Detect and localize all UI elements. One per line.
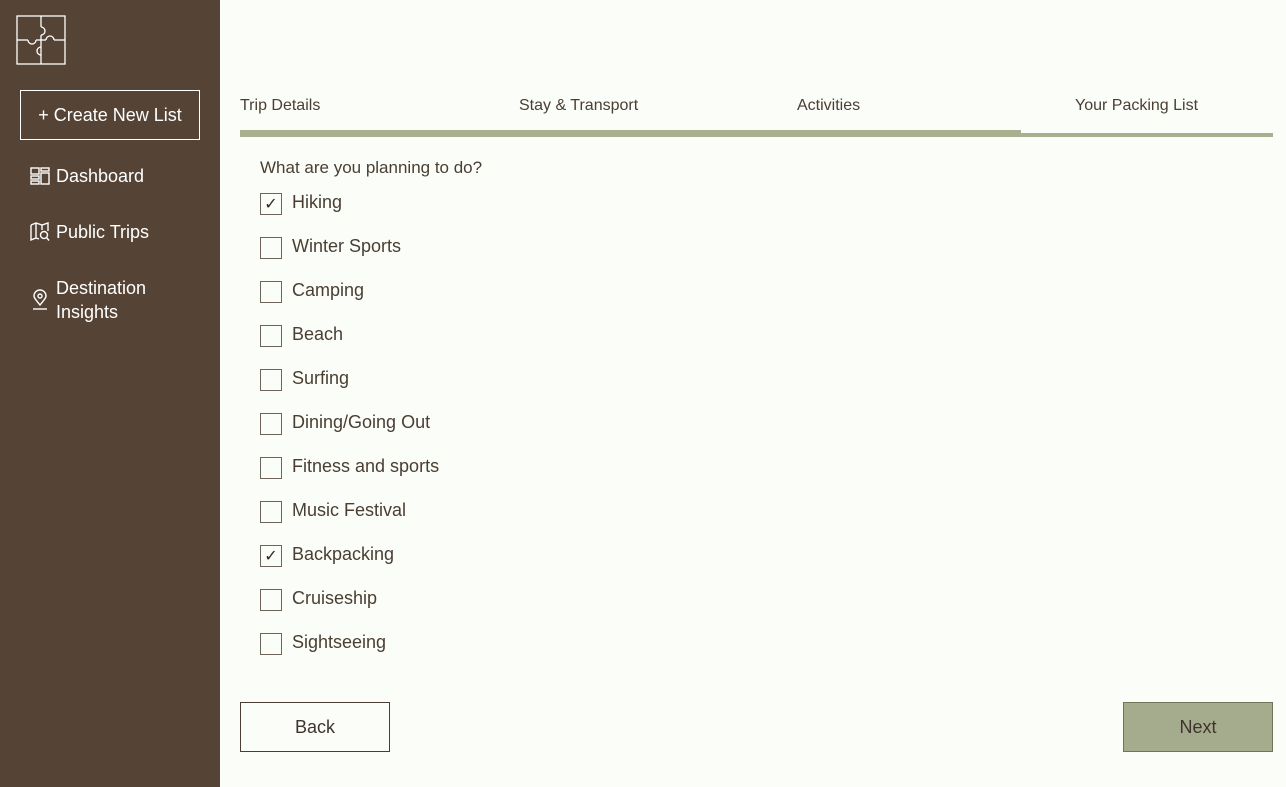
- activity-option-label: Winter Sports: [292, 236, 402, 256]
- checkbox[interactable]: ✓: [260, 545, 282, 567]
- tab-trip-details[interactable]: Trip Details: [240, 94, 320, 118]
- checkbox[interactable]: [260, 633, 282, 655]
- activity-option-label: Sightseeing: [292, 632, 387, 652]
- checkbox[interactable]: [260, 413, 282, 435]
- next-button[interactable]: Next: [1123, 702, 1273, 752]
- tab-activities[interactable]: Activities: [797, 94, 860, 118]
- sidebar-item-destination-insights[interactable]: Destination Insights: [30, 276, 166, 324]
- sidebar-item-public-trips[interactable]: Public Trips: [30, 220, 149, 244]
- map-search-icon: [30, 222, 50, 242]
- dashboard-icon: [30, 166, 50, 186]
- progress-remaining: [1021, 130, 1273, 133]
- checkbox[interactable]: [260, 237, 282, 259]
- activity-option-label: Fitness and sports: [292, 456, 440, 476]
- activity-option-label: Beach: [292, 324, 344, 344]
- activities-question: What are you planning to do?: [260, 158, 483, 177]
- activity-option-label: Hiking: [292, 192, 343, 212]
- checkbox[interactable]: ✓: [260, 193, 282, 215]
- sidebar-item-label: Destination Insights: [56, 278, 147, 322]
- activity-option-label: Dining/Going Out: [292, 412, 431, 432]
- back-button[interactable]: Back: [240, 702, 390, 752]
- sidebar-item-label: Dashboard: [56, 166, 145, 186]
- activity-option-label: Backpacking: [292, 544, 395, 564]
- tab-stay-transport[interactable]: Stay & Transport: [519, 94, 638, 118]
- checkbox[interactable]: [260, 325, 282, 347]
- checkbox[interactable]: [260, 281, 282, 303]
- activity-option-label: Cruiseship: [292, 588, 378, 608]
- tab-your-packing-list[interactable]: Your Packing List: [1075, 94, 1198, 118]
- step-tabs: Trip Details Stay & Transport Activities…: [240, 94, 1273, 138]
- activity-option-label: Music Festival: [292, 500, 407, 520]
- create-new-list-button[interactable]: + Create New List: [20, 90, 200, 140]
- checkbox[interactable]: [260, 501, 282, 523]
- checkbox[interactable]: [260, 589, 282, 611]
- sidebar-item-dashboard[interactable]: Dashboard: [30, 164, 144, 188]
- sidebar: + Create New List Dashboard Public Trips…: [0, 0, 220, 787]
- activity-option-label: Surfing: [292, 368, 350, 388]
- checkbox[interactable]: [260, 457, 282, 479]
- sidebar-item-label: Public Trips: [56, 222, 150, 242]
- puzzle-logo-icon[interactable]: [16, 15, 66, 65]
- location-pin-icon: [30, 289, 50, 310]
- activity-option-label: Camping: [292, 280, 365, 300]
- checkbox[interactable]: [260, 369, 282, 391]
